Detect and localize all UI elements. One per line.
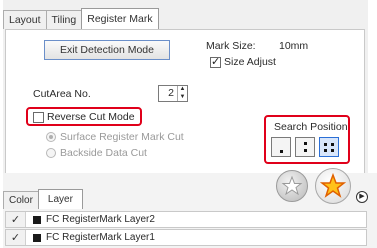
star-arrow-icon	[281, 175, 303, 196]
surface-register-label: Surface Register Mark Cut	[60, 131, 184, 143]
cutarea-stepper[interactable]: 2 ▲ ▼	[158, 85, 188, 102]
search-position-1-button[interactable]	[271, 137, 291, 157]
layer-visible-check-icon[interactable]: ✓	[6, 212, 26, 227]
tab-register-mark[interactable]: Register Mark	[81, 8, 159, 29]
search-position-2-button[interactable]	[295, 137, 315, 157]
size-adjust-label: Size Adjust	[224, 56, 276, 68]
register-marker-button[interactable]	[315, 168, 351, 204]
exit-detection-mode-button[interactable]: Exit Detection Mode	[44, 40, 170, 60]
reverse-cut-label: Reverse Cut Mode	[47, 111, 135, 123]
layer-color-swatch	[33, 233, 41, 242]
tab-color[interactable]: Color	[3, 191, 39, 209]
dot-icon	[331, 148, 334, 152]
dot-icon	[324, 148, 327, 152]
dot-icon	[303, 142, 307, 145]
radio-unselected-icon[interactable]	[46, 148, 56, 158]
mark-size-label: Mark Size:	[206, 40, 256, 52]
mark-size-value: 10mm	[279, 40, 309, 52]
layer-list: ✓ FC RegisterMark Layer2 ✓ FC RegisterMa…	[5, 211, 367, 246]
size-adjust-checkbox[interactable]: Size Adjust	[210, 55, 276, 68]
tab-tiling[interactable]: Tiling	[45, 10, 83, 29]
dot-icon	[324, 142, 327, 146]
star-icon	[320, 173, 346, 198]
list-item[interactable]: ✓ FC RegisterMark Layer1	[5, 229, 367, 246]
cutarea-label: CutArea No.	[33, 88, 91, 100]
search-position-buttons	[271, 137, 339, 157]
reverse-cut-checkbox[interactable]: Reverse Cut Mode	[33, 111, 135, 123]
search-position-label: Search Position	[274, 121, 348, 133]
dot-icon	[279, 149, 283, 153]
list-item[interactable]: ✓ FC RegisterMark Layer2	[5, 211, 367, 228]
tab-layer[interactable]: Layer	[37, 189, 83, 209]
expand-arrow-icon[interactable]: ▶	[356, 191, 368, 203]
size-adjust-check-icon[interactable]	[210, 55, 221, 68]
register-action-button[interactable]	[276, 170, 308, 202]
surface-register-radio[interactable]: Surface Register Mark Cut	[46, 131, 184, 143]
layer-visible-check-icon[interactable]: ✓	[6, 230, 26, 245]
backside-data-label: Backside Data Cut	[60, 147, 147, 159]
spin-up-icon[interactable]: ▲	[178, 86, 187, 94]
layer-name: FC RegisterMark Layer2	[46, 214, 155, 225]
layer-color-swatch	[33, 215, 41, 224]
backside-data-radio[interactable]: Backside Data Cut	[46, 147, 147, 159]
dot-icon	[303, 149, 307, 152]
cutarea-value[interactable]: 2	[159, 86, 177, 101]
radio-selected-icon[interactable]	[46, 132, 56, 142]
reverse-cut-check-icon[interactable]	[33, 111, 44, 123]
search-position-3-button[interactable]	[319, 137, 339, 157]
dot-icon	[331, 142, 334, 146]
layer-panel-tabs: Color Layer	[3, 189, 83, 209]
settings-tabs: Layout Tiling Register Mark	[3, 8, 159, 29]
spin-down-icon[interactable]: ▼	[178, 94, 187, 102]
layer-name: FC RegisterMark Layer1	[46, 232, 155, 243]
tab-layout[interactable]: Layout	[3, 10, 47, 29]
